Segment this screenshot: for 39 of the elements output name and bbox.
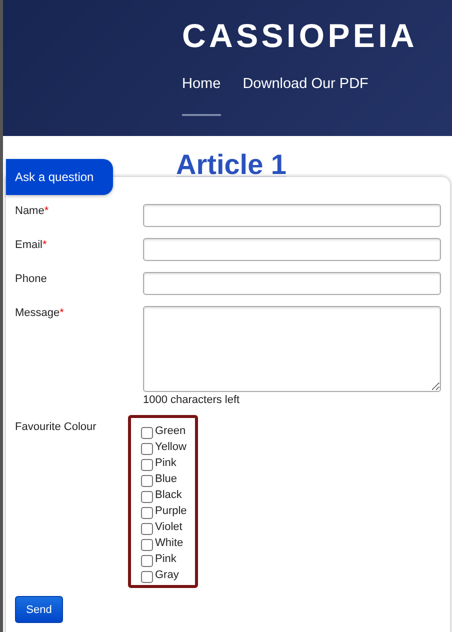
checkbox-label: Black: [155, 489, 182, 501]
input-field[interactable]: [143, 272, 441, 295]
nav-link[interactable]: Home: [182, 76, 221, 116]
input-field[interactable]: [143, 238, 441, 261]
required-asterisk: *: [60, 307, 64, 319]
field-label: Message: [15, 307, 60, 319]
character-counter: 1000 characters left: [143, 394, 241, 406]
checkbox[interactable]: [141, 522, 153, 534]
checkbox[interactable]: [141, 474, 153, 486]
field-label: Email: [15, 239, 43, 251]
checkbox[interactable]: [141, 490, 153, 502]
checkbox-label: Blue: [155, 473, 178, 485]
input-field[interactable]: [143, 204, 441, 227]
checkbox-label: Pink: [155, 553, 176, 565]
site-logo[interactable]: CASSIOPEIA: [182, 18, 452, 54]
checkbox[interactable]: [141, 554, 153, 566]
field-label: Name: [15, 205, 44, 217]
article-title[interactable]: Article 1: [176, 151, 286, 179]
checkbox[interactable]: [141, 442, 153, 454]
checkbox[interactable]: [141, 426, 153, 438]
checkbox[interactable]: [141, 570, 153, 582]
checkbox-label: Green: [155, 425, 186, 437]
checkbox-label: Violet: [155, 521, 182, 533]
required-asterisk: *: [44, 205, 49, 217]
field-label: Favourite Colour: [15, 420, 98, 433]
message-field[interactable]: [143, 306, 441, 392]
checkbox-label: Yellow: [155, 441, 186, 453]
send-button[interactable]: Send: [15, 596, 63, 623]
checkbox[interactable]: [141, 538, 153, 550]
checkbox-label: Gray: [155, 569, 179, 581]
required-asterisk: *: [42, 239, 47, 251]
nav-link[interactable]: Download Our PDF: [242, 76, 368, 116]
field-label: Phone: [15, 273, 47, 285]
checkbox-label: Purple: [155, 505, 187, 517]
checkbox-label: White: [155, 537, 184, 549]
checkbox[interactable]: [141, 506, 153, 518]
ask-question-tab[interactable]: Ask a question: [6, 159, 113, 195]
checkbox-label: Pink: [155, 457, 176, 469]
checkbox[interactable]: [141, 458, 153, 470]
